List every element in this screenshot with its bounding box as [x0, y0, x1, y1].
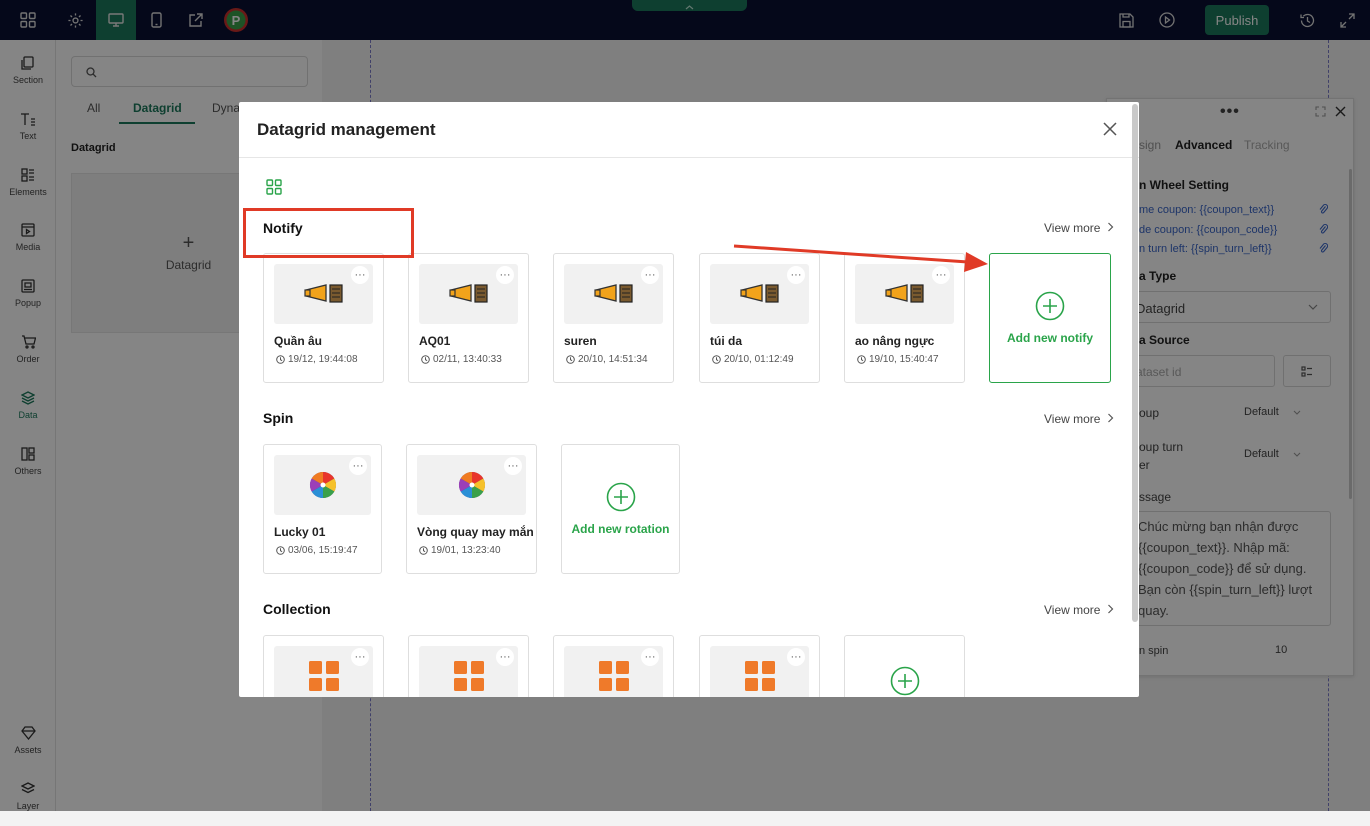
- item-name: Vòng quay may mắn: [417, 525, 534, 539]
- view-more-label: View more: [1044, 221, 1101, 235]
- more-options-icon[interactable]: ···: [351, 266, 369, 284]
- clock-icon: [419, 546, 428, 555]
- more-options-icon[interactable]: ···: [641, 266, 659, 284]
- collection-grid-icon: [453, 661, 484, 691]
- collection-grid-icon: [598, 661, 629, 691]
- clock-icon: [276, 355, 285, 364]
- clock-icon: [276, 546, 285, 555]
- wheel-icon: [309, 471, 336, 499]
- add-new-notify-button[interactable]: Add new notify: [989, 253, 1111, 383]
- collection-card[interactable]: ···: [699, 635, 820, 697]
- view-more-label: View more: [1044, 412, 1101, 426]
- view-more-label: View more: [1044, 603, 1101, 617]
- add-new-collection-button[interactable]: [844, 635, 965, 697]
- item-name: Lucky 01: [274, 525, 326, 539]
- modal-title: Datagrid management: [257, 120, 436, 139]
- megaphone-icon: [448, 284, 488, 303]
- collection-card[interactable]: ···: [263, 635, 384, 697]
- more-options-icon[interactable]: ···: [351, 648, 369, 666]
- grid-view-icon[interactable]: [266, 179, 282, 195]
- collection-grid-icon: [308, 661, 339, 691]
- megaphone-icon: [739, 284, 779, 303]
- add-new-notify-label: Add new notify: [1007, 331, 1093, 345]
- view-more-collection[interactable]: View more: [1044, 603, 1114, 617]
- collection-grid-icon: [744, 661, 775, 691]
- add-circle-icon: [890, 666, 919, 696]
- megaphone-icon: [303, 284, 343, 303]
- item-time: 19/10, 15:40:47: [857, 354, 939, 365]
- clock-icon: [421, 355, 430, 364]
- more-options-icon[interactable]: ···: [349, 457, 367, 475]
- more-options-icon[interactable]: ···: [504, 457, 522, 475]
- add-new-rotation-button[interactable]: Add new rotation: [561, 444, 680, 574]
- item-name: AQ01: [419, 334, 451, 348]
- item-name: túi da: [710, 334, 742, 348]
- more-options-icon[interactable]: ···: [787, 648, 805, 666]
- notify-card[interactable]: ··· AQ01 02/11, 13:40:33: [408, 253, 529, 383]
- megaphone-icon: [884, 284, 924, 303]
- annotation-arrow-icon: [733, 244, 988, 272]
- item-time: 20/10, 01:12:49: [712, 354, 794, 365]
- add-new-rotation-label: Add new rotation: [571, 522, 670, 536]
- chevron-right-icon: [1107, 413, 1114, 423]
- megaphone-icon: [593, 284, 633, 303]
- chevron-right-icon: [1107, 604, 1114, 614]
- spin-card[interactable]: ··· Vòng quay may mắn 19/01, 13:23:40: [406, 444, 537, 574]
- item-time: 20/10, 14:51:34: [566, 354, 648, 365]
- notify-card[interactable]: ··· suren 20/10, 14:51:34: [553, 253, 674, 383]
- add-circle-icon: [606, 482, 635, 512]
- section-title-collection: Collection: [263, 601, 331, 617]
- view-more-notify[interactable]: View more: [1044, 221, 1114, 235]
- item-time: 19/01, 13:23:40: [419, 545, 501, 556]
- modal-header-divider: [239, 157, 1139, 158]
- item-time: 19/12, 19:44:08: [276, 354, 358, 365]
- collection-card[interactable]: ···: [553, 635, 674, 697]
- view-more-spin[interactable]: View more: [1044, 412, 1114, 426]
- chevron-right-icon: [1107, 222, 1114, 232]
- clock-icon: [712, 355, 721, 364]
- annotation-highlight-box: [243, 208, 414, 258]
- item-time: 02/11, 13:40:33: [421, 354, 502, 365]
- close-icon[interactable]: [1103, 122, 1117, 136]
- modal-scrollbar[interactable]: [1132, 104, 1138, 622]
- more-options-icon[interactable]: ···: [496, 266, 514, 284]
- item-name: Quần âu: [274, 334, 323, 348]
- add-circle-icon: [1035, 291, 1065, 321]
- notify-card[interactable]: ··· Quần âu 19/12, 19:44:08: [263, 253, 384, 383]
- more-options-icon[interactable]: ···: [496, 648, 514, 666]
- more-options-icon[interactable]: ···: [641, 648, 659, 666]
- wheel-icon: [458, 471, 485, 499]
- item-time: 03/06, 15:19:47: [276, 545, 358, 556]
- datagrid-management-modal: Datagrid management Notify View more ···…: [239, 102, 1139, 697]
- clock-icon: [857, 355, 866, 364]
- collection-card[interactable]: ···: [408, 635, 529, 697]
- item-name: suren: [564, 334, 597, 348]
- spin-card[interactable]: ··· Lucky 01 03/06, 15:19:47: [263, 444, 382, 574]
- item-name: ao nâng ngực: [855, 334, 935, 348]
- section-title-spin: Spin: [263, 410, 294, 426]
- clock-icon: [566, 355, 575, 364]
